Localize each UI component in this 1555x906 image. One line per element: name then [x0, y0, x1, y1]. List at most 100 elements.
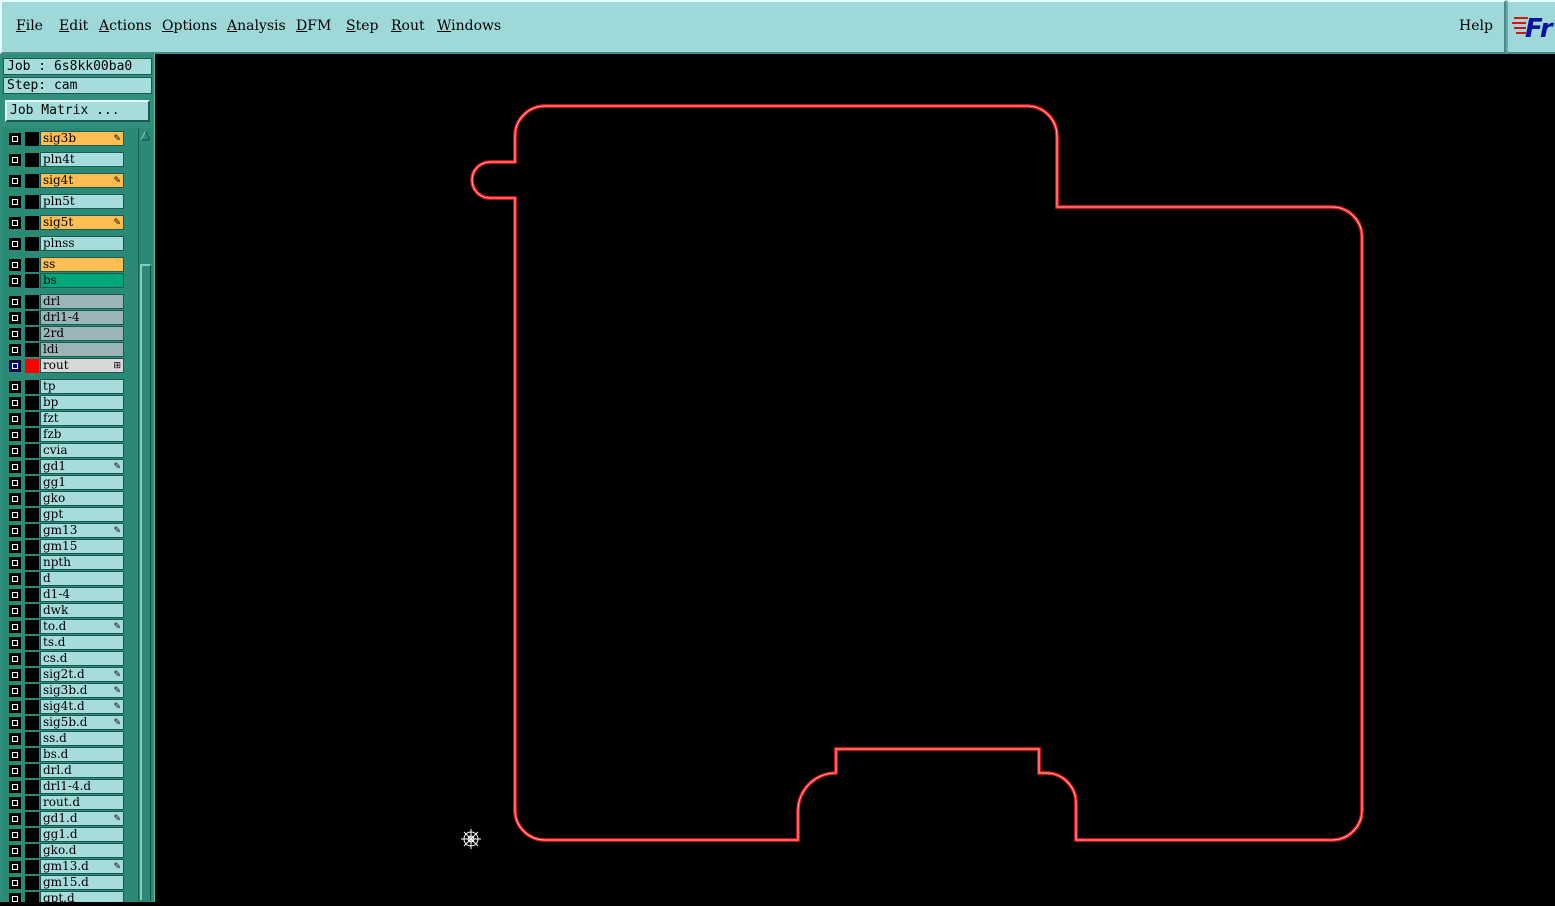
layer-checkbox[interactable]	[9, 328, 21, 340]
layer-name[interactable]: gpt	[40, 507, 124, 522]
layer-checkbox[interactable]	[9, 541, 21, 553]
layer-name[interactable]: pln5t	[40, 194, 124, 209]
layer-color-swatch[interactable]	[25, 796, 39, 810]
layer-color-swatch[interactable]	[25, 153, 39, 167]
layer-color-swatch[interactable]	[25, 311, 39, 325]
layer-name[interactable]: 2rd	[40, 326, 124, 341]
layer-row-tp[interactable]: tp	[3, 379, 137, 395]
layer-name[interactable]: gpt.d	[40, 891, 124, 902]
layer-row-sig4t.d[interactable]: sig4t.d ✎	[3, 699, 137, 715]
layer-row-2rd[interactable]: 2rd	[3, 326, 137, 342]
layer-color-swatch[interactable]	[25, 412, 39, 426]
layer-name[interactable]: gd1.d ✎	[40, 811, 124, 826]
layer-row-ss[interactable]: ss	[3, 257, 137, 273]
layer-color-swatch[interactable]	[25, 860, 39, 874]
layer-row-dwk[interactable]: dwk	[3, 603, 137, 619]
layer-color-swatch[interactable]	[25, 460, 39, 474]
layer-row-rout[interactable]: rout ⊞	[3, 358, 137, 374]
layer-checkbox[interactable]	[9, 893, 21, 902]
layer-name[interactable]: gko.d	[40, 843, 124, 858]
layer-color-swatch[interactable]	[25, 359, 39, 373]
layer-checkbox[interactable]	[9, 637, 21, 649]
layer-color-swatch[interactable]	[25, 572, 39, 586]
layer-row-gm15[interactable]: gm15	[3, 539, 137, 555]
layer-row-gko.d[interactable]: gko.d	[3, 843, 137, 859]
layer-color-swatch[interactable]	[25, 716, 39, 730]
layer-row-ss.d[interactable]: ss.d	[3, 731, 137, 747]
layer-row-ldi[interactable]: ldi	[3, 342, 137, 358]
layer-row-fzt[interactable]: fzt	[3, 411, 137, 427]
layer-checkbox[interactable]	[9, 509, 21, 521]
layer-checkbox[interactable]	[9, 360, 21, 372]
layer-row-fzb[interactable]: fzb	[3, 427, 137, 443]
layer-checkbox[interactable]	[9, 797, 21, 809]
layer-color-swatch[interactable]	[25, 524, 39, 538]
layer-checkbox[interactable]	[9, 861, 21, 873]
layer-row-drl1-4.d[interactable]: drl1-4.d	[3, 779, 137, 795]
layer-name[interactable]: sig5t ✎	[40, 215, 124, 230]
layer-row-pln4t[interactable]: pln4t	[3, 152, 137, 168]
layer-color-swatch[interactable]	[25, 748, 39, 762]
layer-name[interactable]: gg1.d	[40, 827, 124, 842]
layer-checkbox[interactable]	[9, 749, 21, 761]
layer-row-sig3b.d[interactable]: sig3b.d ✎	[3, 683, 137, 699]
layer-color-swatch[interactable]	[25, 132, 39, 146]
menu-file[interactable]: File	[16, 18, 43, 34]
layer-checkbox[interactable]	[9, 344, 21, 356]
layer-row-gpt.d[interactable]: gpt.d	[3, 891, 137, 902]
menu-options[interactable]: Options	[162, 18, 217, 34]
layer-row-d[interactable]: d	[3, 571, 137, 587]
layer-color-swatch[interactable]	[25, 174, 39, 188]
layer-name[interactable]: gm15.d	[40, 875, 124, 890]
layer-name[interactable]: d	[40, 571, 124, 586]
layer-checkbox[interactable]	[9, 312, 21, 324]
layer-name[interactable]: ss.d	[40, 731, 124, 746]
layer-name[interactable]: pln4t	[40, 152, 124, 167]
layer-row-sig5b.d[interactable]: sig5b.d ✎	[3, 715, 137, 731]
layer-checkbox[interactable]	[9, 477, 21, 489]
menu-help[interactable]: Help	[1459, 18, 1493, 34]
layer-checkbox[interactable]	[9, 133, 21, 145]
layer-checkbox[interactable]	[9, 605, 21, 617]
layer-color-swatch[interactable]	[25, 428, 39, 442]
layer-checkbox[interactable]	[9, 621, 21, 633]
layer-name[interactable]: fzt	[40, 411, 124, 426]
layer-row-npth[interactable]: npth	[3, 555, 137, 571]
layer-name[interactable]: tp	[40, 379, 124, 394]
layer-name[interactable]: rout ⊞	[40, 358, 124, 373]
layer-checkbox[interactable]	[9, 196, 21, 208]
menu-analysis[interactable]: Analysis	[227, 18, 286, 34]
layer-checkbox[interactable]	[9, 461, 21, 473]
scroll-up-arrow-icon[interactable]	[140, 130, 151, 141]
layer-checkbox[interactable]	[9, 275, 21, 287]
layer-name[interactable]: gg1	[40, 475, 124, 490]
layer-color-swatch[interactable]	[25, 732, 39, 746]
layer-row-bs[interactable]: bs	[3, 273, 137, 289]
layer-row-gd1.d[interactable]: gd1.d ✎	[3, 811, 137, 827]
layer-row-to.d[interactable]: to.d ✎	[3, 619, 137, 635]
layer-row-d1-4[interactable]: d1-4	[3, 587, 137, 603]
layer-checkbox[interactable]	[9, 589, 21, 601]
layer-color-swatch[interactable]	[25, 380, 39, 394]
layer-checkbox[interactable]	[9, 397, 21, 409]
layer-name[interactable]: gm13.d ✎	[40, 859, 124, 874]
layer-color-swatch[interactable]	[25, 343, 39, 357]
menu-dfm[interactable]: DFM	[296, 18, 331, 34]
layer-row-drl[interactable]: drl	[3, 294, 137, 310]
layer-name[interactable]: bp	[40, 395, 124, 410]
layer-checkbox[interactable]	[9, 238, 21, 250]
layer-color-swatch[interactable]	[25, 604, 39, 618]
layer-checkbox[interactable]	[9, 217, 21, 229]
layer-name[interactable]: sig2t.d ✎	[40, 667, 124, 682]
layer-color-swatch[interactable]	[25, 764, 39, 778]
layer-color-swatch[interactable]	[25, 812, 39, 826]
layer-color-swatch[interactable]	[25, 620, 39, 634]
layer-color-swatch[interactable]	[25, 876, 39, 890]
layer-row-cvia[interactable]: cvia	[3, 443, 137, 459]
layer-checkbox[interactable]	[9, 413, 21, 425]
layer-row-pln5t[interactable]: pln5t	[3, 194, 137, 210]
layer-checkbox[interactable]	[9, 781, 21, 793]
layer-color-swatch[interactable]	[25, 444, 39, 458]
layer-checkbox[interactable]	[9, 669, 21, 681]
layer-name[interactable]: cvia	[40, 443, 124, 458]
